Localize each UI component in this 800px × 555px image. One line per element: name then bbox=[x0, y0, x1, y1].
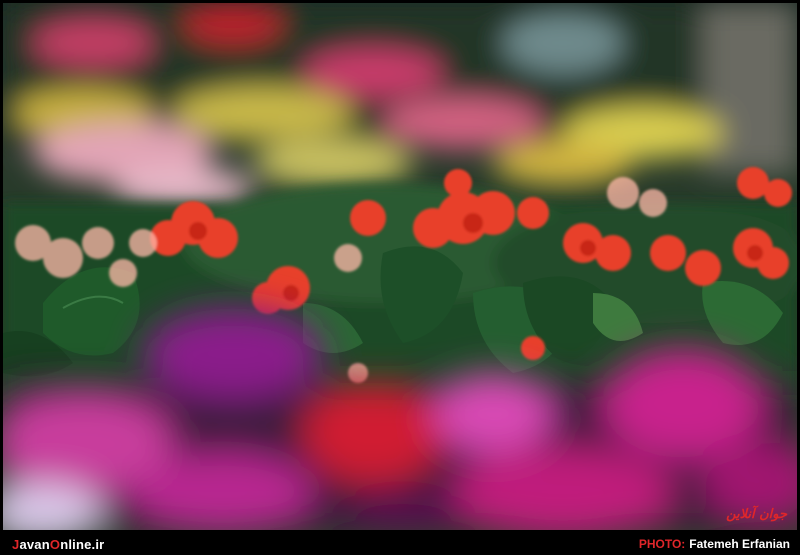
site-brand: JavanOnline.ir bbox=[12, 537, 104, 552]
brand-avan: avan bbox=[19, 536, 50, 552]
credit-name: Fatemeh Erfanian bbox=[689, 537, 790, 551]
flower-illustration bbox=[3, 3, 797, 530]
flower-photo: جوان آنلاین bbox=[3, 3, 797, 530]
credit-label: PHOTO: bbox=[638, 537, 686, 551]
brand-letter-o: O bbox=[49, 536, 61, 552]
background-bokeh bbox=[3, 3, 797, 208]
photo-credit: PHOTO: Fatemeh Erfanian bbox=[639, 537, 790, 551]
brand-domain: nline.ir bbox=[60, 536, 105, 552]
footer-bar: JavanOnline.ir PHOTO: Fatemeh Erfanian bbox=[0, 533, 800, 555]
photo-frame: جوان آنلاین JavanOnline.ir PHOTO: Fatemeh… bbox=[0, 0, 800, 555]
watermark-logo: جوان آنلاین bbox=[726, 507, 787, 522]
